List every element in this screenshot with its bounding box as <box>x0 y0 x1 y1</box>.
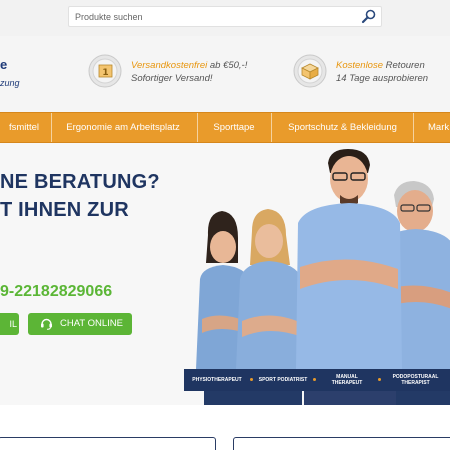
mail-button[interactable]: IL <box>0 313 19 335</box>
nav-item-ergonomie[interactable]: Ergonomie am Arbeitsplatz <box>52 113 194 142</box>
search-icon <box>361 9 376 24</box>
info-card-right[interactable] <box>233 437 450 450</box>
headset-icon <box>41 318 52 330</box>
logo-subtitle: zung <box>0 78 20 88</box>
main-nav: fsmittel Ergonomie am Arbeitsplatz Sport… <box>0 112 450 143</box>
content-area <box>0 405 450 450</box>
chat-online-button[interactable]: CHAT ONLINE <box>28 313 132 335</box>
profession-label: SPORT PODIATRIST <box>258 377 308 383</box>
profession-banner: PHYSIOTHERAPEUT SPORT PODIATRIST MANUAL … <box>184 369 450 391</box>
hero-phone-number[interactable]: 9-22182829066 <box>0 283 112 301</box>
hero-headline-line1: NE BERATUNG? <box>0 171 160 193</box>
search-input[interactable] <box>75 7 345 26</box>
info-card-left[interactable] <box>0 437 216 450</box>
chat-online-label: CHAT ONLINE <box>60 318 123 329</box>
hero-headline-line2: T IHNEN ZUR <box>0 199 129 221</box>
truck-icon: 1 <box>88 54 122 88</box>
usp-returns-title: Kostenlose Retouren <box>336 60 425 71</box>
search-button[interactable] <box>361 9 377 24</box>
page: e zung 1 Versandkostenfrei ab €50,-! Sof… <box>0 0 450 450</box>
usp-shipping-subtitle: Sofortiger Versand! <box>131 73 213 84</box>
nav-item-hilfsmittel[interactable]: fsmittel <box>0 113 48 142</box>
nav-item-sporttape[interactable]: Sporttape <box>198 113 270 142</box>
usp-shipping: 1 Versandkostenfrei ab €50,-! Sofortiger… <box>88 54 258 92</box>
team-photo <box>196 149 450 405</box>
hero-banner: NE BERATUNG? T IHNEN ZUR 9-22182829066 I… <box>0 143 450 405</box>
team-member-3 <box>296 149 402 405</box>
return-box-icon <box>293 54 327 88</box>
logo-fragment: e <box>0 57 8 72</box>
svg-text:1: 1 <box>102 68 108 78</box>
site-header: e zung 1 Versandkostenfrei ab €50,-! Sof… <box>0 36 450 112</box>
nav-item-marken[interactable]: Mark <box>414 113 450 142</box>
usp-shipping-title: Versandkostenfrei ab €50,-! <box>131 60 248 71</box>
profession-label: PODOPOSTURAAL THERAPIST <box>392 374 439 386</box>
usp-returns: Kostenlose Retouren 14 Tage ausprobieren <box>293 54 450 92</box>
usp-returns-subtitle: 14 Tage ausprobieren <box>336 73 429 84</box>
profession-label: PHYSIOTHERAPEUT <box>192 377 242 383</box>
profession-label: MANUAL THERAPEUT <box>331 374 363 386</box>
top-bar <box>0 0 450 36</box>
nav-item-sportschutz[interactable]: Sportschutz & Bekleidung <box>272 113 413 142</box>
search-box <box>68 6 382 27</box>
